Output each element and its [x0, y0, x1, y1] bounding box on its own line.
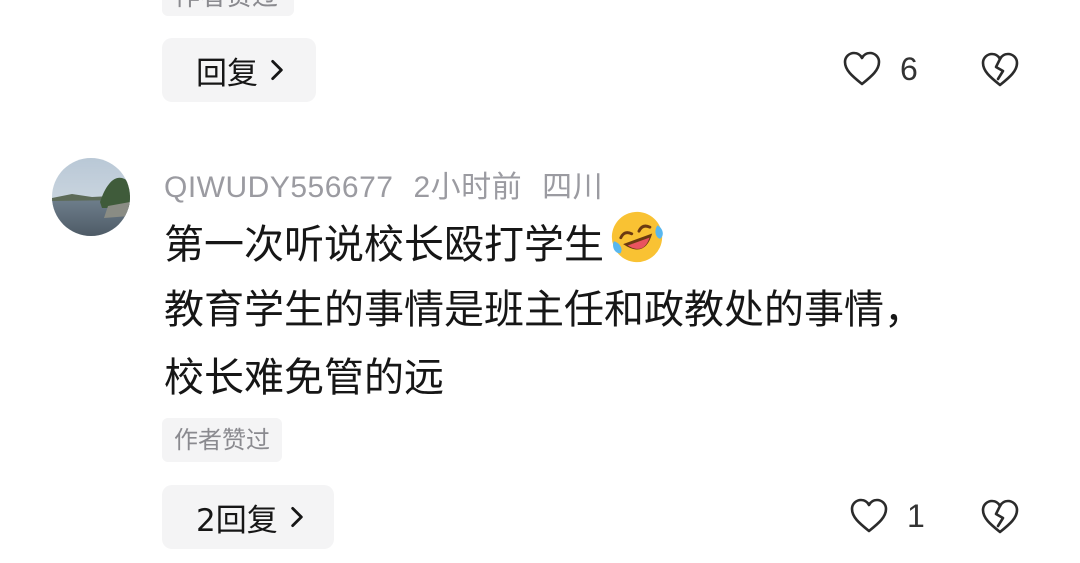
comment-line-2: 教育学生的事情是班主任和政教处的事情，	[164, 287, 924, 333]
broken-heart-icon	[981, 52, 1019, 87]
author-liked-tag: 作者赞过	[162, 0, 294, 16]
laughing-crying-emoji-icon	[611, 211, 663, 263]
heart-outline-icon	[850, 498, 888, 533]
reply-button[interactable]: 回复	[162, 38, 316, 102]
like-button[interactable]: 1	[849, 497, 925, 535]
view-replies-button[interactable]: 2回复	[162, 485, 334, 549]
comment-location: 四川	[542, 171, 604, 204]
dislike-button[interactable]	[980, 51, 1020, 93]
username[interactable]: QIWUDY556677	[164, 171, 393, 204]
avatar-image	[52, 158, 130, 236]
author-liked-label: 作者赞过	[174, 0, 278, 12]
chevron-right-icon	[290, 506, 303, 528]
comment-line-3: 校长难免管的远	[164, 355, 444, 401]
avatar[interactable]	[52, 158, 130, 236]
like-button[interactable]: 6	[842, 50, 918, 88]
broken-heart-icon	[981, 499, 1019, 534]
author-liked-tag: 作者赞过	[162, 418, 282, 462]
dislike-button[interactable]	[980, 498, 1020, 540]
like-count: 1	[907, 497, 925, 534]
chevron-right-icon	[271, 59, 283, 81]
author-liked-label: 作者赞过	[174, 426, 270, 454]
replies-label: 2回复	[196, 502, 278, 539]
comment-line-1: 第一次听说校长殴打学生	[164, 208, 924, 276]
comment-time: 2小时前	[413, 171, 523, 204]
reply-label: 回复	[196, 55, 258, 92]
comment-meta: QIWUDY556677 2小时前 四川	[164, 162, 623, 206]
comment-text: 第一次听说校长殴打学生 教育学生的事情是班主任和政教处的事情， 校长难免管的远	[164, 208, 924, 412]
heart-outline-icon	[843, 51, 881, 86]
like-count: 6	[900, 50, 918, 87]
